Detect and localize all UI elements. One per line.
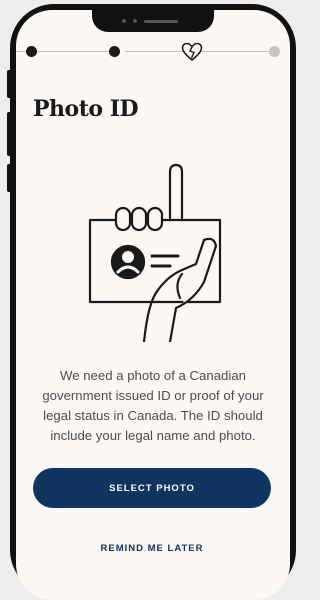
progress-step-4 — [269, 46, 280, 57]
step-progress — [16, 38, 290, 68]
hand-holding-id-card-icon — [88, 163, 222, 342]
phone-side-button — [7, 164, 12, 192]
phone-side-button — [7, 70, 12, 98]
description-text: We need a photo of a Canadian government… — [42, 368, 264, 444]
app-screen: Photo ID We need a photo of a Canadian g… — [16, 10, 290, 600]
progress-step-2 — [109, 46, 120, 57]
progress-line — [202, 51, 272, 52]
select-photo-button[interactable]: SELECT PHOTO — [33, 468, 271, 508]
remind-me-later-button[interactable]: REMIND ME LATER — [33, 538, 271, 558]
heart-outline-icon — [181, 42, 203, 62]
phone-notch — [92, 10, 214, 32]
progress-step-1 — [26, 46, 37, 57]
progress-line — [125, 51, 185, 52]
page-title: Photo ID — [33, 96, 139, 122]
phone-side-button — [7, 112, 12, 156]
